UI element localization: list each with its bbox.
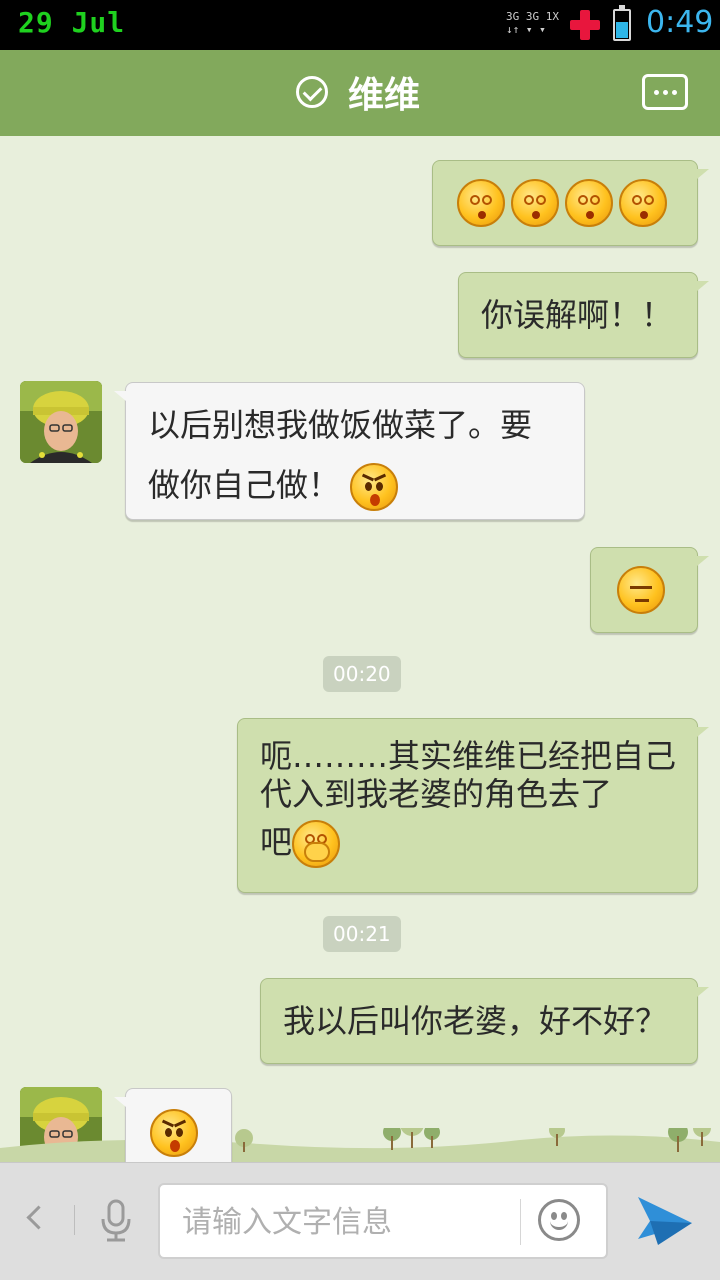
- message-text-line: 以后别想我做饭做菜了。要: [148, 406, 533, 444]
- medical-cross-icon: [570, 10, 600, 40]
- battery-icon: [613, 5, 631, 41]
- scenery-hills: [0, 1128, 720, 1162]
- back-icon[interactable]: [24, 1199, 46, 1239]
- message-input[interactable]: [182, 1203, 512, 1241]
- check-circle-icon: [296, 76, 328, 108]
- dizzy-emoji-icon: [565, 179, 613, 227]
- more-options-button[interactable]: [642, 74, 688, 110]
- page-title: 维维: [348, 75, 421, 116]
- network-indicator-icon: 3G 3G 1X ↓↑ ▾ ▾: [506, 10, 564, 36]
- message-text-line: 做你自己做！: [148, 466, 341, 504]
- message-timestamp: 00:21: [323, 916, 401, 952]
- message-text-field[interactable]: [158, 1183, 608, 1259]
- message-input-bar: [0, 1162, 720, 1280]
- message-bubble-outgoing[interactable]: 呃………其实维维已经把自己 代入到我老婆的角色去了 吧: [237, 718, 709, 893]
- message-text-line: 呃………其实维维已经把自己: [260, 737, 677, 775]
- smiley-icon[interactable]: [538, 1199, 580, 1241]
- send-icon[interactable]: [636, 1193, 696, 1249]
- dizzy-emoji-icon: [511, 179, 559, 227]
- message-text-line: 吧: [260, 823, 293, 861]
- message-text-line: 代入到我老婆的角色去了: [260, 775, 613, 813]
- message-bubble-incoming[interactable]: [114, 1088, 232, 1162]
- message-bubble-outgoing[interactable]: 你误解啊！！: [458, 272, 709, 358]
- status-time: 0:49: [646, 5, 714, 40]
- contact-avatar[interactable]: [20, 381, 102, 463]
- status-date: 29 Jul: [18, 6, 126, 39]
- message-bubble-outgoing[interactable]: [590, 547, 709, 633]
- message-text: 你误解啊！！: [481, 296, 674, 334]
- network-label: 3G 3G 1X: [506, 10, 559, 23]
- microphone-icon[interactable]: [98, 1199, 134, 1243]
- dizzy-emoji-icon: [457, 179, 505, 227]
- status-bar: 29 Jul 3G 3G 1X ↓↑ ▾ ▾ 0:49: [0, 0, 720, 50]
- network-arrows: ↓↑ ▾ ▾: [506, 23, 546, 36]
- toolbar-divider: [74, 1205, 75, 1235]
- chat-header: 维维: [0, 50, 720, 136]
- speechless-emoji-icon: [617, 566, 665, 614]
- header-scallop-edge: [0, 128, 720, 138]
- title-group: 维维: [296, 72, 420, 116]
- message-timestamp: 00:20: [323, 656, 401, 692]
- message-text: 我以后叫你老婆，好不好？: [283, 1002, 668, 1040]
- input-divider: [520, 1199, 521, 1245]
- dizzy-emoji-icon: [619, 179, 667, 227]
- message-bubble-incoming[interactable]: 以后别想我做饭做菜了。要 做你自己做！: [114, 382, 585, 520]
- angry-emoji-icon: [150, 1109, 198, 1157]
- message-bubble-outgoing[interactable]: 我以后叫你老婆，好不好？: [260, 978, 709, 1064]
- shy-emoji-icon: [292, 820, 341, 868]
- angry-emoji-icon: [350, 463, 399, 511]
- message-bubble-outgoing[interactable]: [432, 160, 709, 246]
